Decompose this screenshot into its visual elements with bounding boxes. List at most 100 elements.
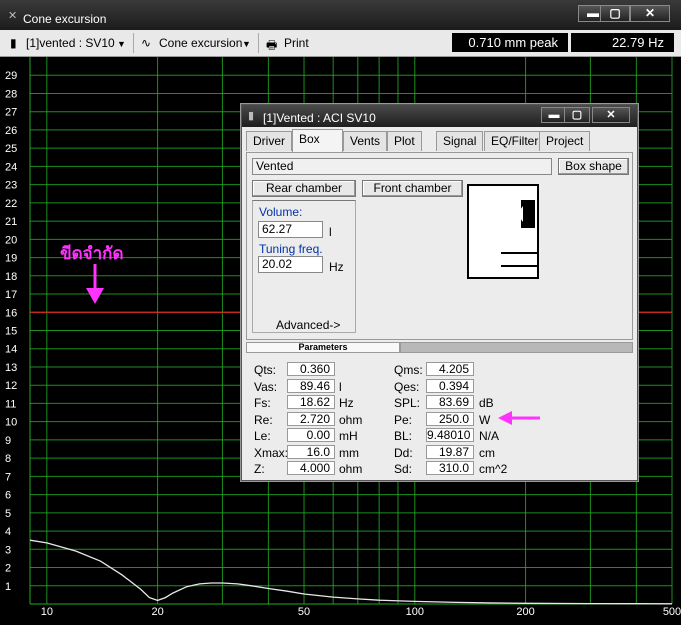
y-tick-label: 27	[5, 107, 17, 119]
limit-annotation-arrowhead	[86, 288, 104, 304]
y-tick-label: 1	[5, 581, 11, 593]
param-value: 89.46	[287, 378, 335, 393]
y-tick-label: 15	[5, 326, 17, 338]
dialog-close-button[interactable]: ✕	[592, 107, 630, 123]
parameters-header[interactable]: Parameters	[246, 342, 400, 353]
param-name: BL:	[394, 429, 413, 443]
param-name: Qes:	[394, 379, 420, 394]
front-chamber-button[interactable]: Front chamber	[362, 180, 463, 197]
param-value: 0.360	[287, 362, 335, 376]
param-value: 16.0	[287, 444, 335, 459]
project-icon: ▮	[10, 36, 17, 50]
y-tick-label: 22	[5, 198, 17, 210]
param-unit: mm	[339, 445, 359, 460]
volume-unit: l	[329, 225, 332, 239]
y-tick-label: 26	[5, 125, 17, 137]
y-tick-label: 21	[5, 216, 17, 228]
param-name: Pe:	[394, 412, 413, 427]
chevron-down-icon[interactable]: ▼	[117, 39, 126, 49]
tab-driver[interactable]: Driver	[246, 131, 292, 151]
peak-readout: 0.710 mm peak	[452, 33, 568, 52]
y-tick-label: 14	[5, 344, 17, 356]
y-tick-label: 16	[5, 307, 17, 319]
tuning-input[interactable]: 20.02	[258, 256, 323, 273]
y-tick-label: 4	[5, 526, 11, 538]
print-button[interactable]: Print	[284, 36, 309, 50]
parameters-bar	[400, 342, 633, 353]
y-tick-label: 25	[5, 143, 17, 155]
param-name: Qms:	[394, 363, 423, 377]
y-tick-label: 28	[5, 88, 17, 100]
x-tick-label: 200	[516, 606, 534, 618]
box-type-field[interactable]: Vented	[252, 158, 552, 175]
dialog-titlebar[interactable]: ▮ [1]Vented : ACI SV10 ▬ ▢ ✕	[242, 105, 637, 127]
dialog-maximize-button[interactable]: ▢	[564, 107, 590, 123]
window-title: Cone excursion	[23, 12, 107, 26]
tab-eq-filter[interactable]: EQ/Filter	[484, 131, 546, 151]
dialog-title: [1]Vented : ACI SV10	[263, 111, 376, 125]
param-name: Re:	[254, 412, 273, 427]
chamber-groupbox: Volume: 62.27 l Tuning freq. 20.02 Hz Ad…	[252, 200, 356, 333]
y-tick-label: 20	[5, 234, 17, 246]
tuning-label: Tuning freq.	[259, 242, 323, 256]
param-unit: l	[339, 379, 342, 394]
advanced-button[interactable]: Advanced->	[276, 318, 340, 332]
y-tick-label: 8	[5, 453, 11, 465]
param-value: 9.48010	[426, 428, 474, 442]
x-tick-label: 50	[298, 606, 310, 618]
param-unit: cm	[479, 445, 495, 460]
box-shape-button[interactable]: Box shape	[558, 158, 629, 175]
param-value: 4.000	[287, 461, 335, 475]
param-value: 310.0	[426, 461, 474, 475]
param-unit: cm^2	[479, 462, 508, 476]
param-name: Qts:	[254, 363, 277, 377]
box-tab-panel: Vented Box shape Rear chamber Front cham…	[246, 152, 633, 340]
y-tick-label: 6	[5, 490, 11, 502]
project-select[interactable]: [1]vented : SV10	[26, 36, 115, 50]
param-unit: mH	[339, 429, 358, 443]
y-tick-label: 24	[5, 161, 17, 173]
y-tick-label: 13	[5, 362, 17, 374]
rear-chamber-button[interactable]: Rear chamber	[252, 180, 356, 197]
frequency-readout: 22.79 Hz	[571, 33, 674, 52]
param-name: SPL:	[394, 396, 421, 410]
tab-project[interactable]: Project	[539, 131, 591, 151]
param-name: Vas:	[254, 379, 278, 394]
x-tick-label: 500	[663, 606, 681, 618]
param-value: 19.87	[426, 444, 474, 459]
maximize-button[interactable]: ▢	[600, 5, 630, 22]
y-tick-label: 18	[5, 271, 17, 283]
y-tick-label: 29	[5, 70, 17, 82]
volume-label: Volume:	[259, 205, 303, 219]
param-unit: ohm	[339, 412, 363, 427]
param-name: Xmax:	[254, 445, 289, 460]
param-value: 2.720	[287, 411, 335, 426]
param-value: 0.394	[426, 378, 474, 393]
param-value: 0.00	[287, 428, 335, 442]
x-tick-label: 20	[151, 606, 163, 618]
printer-icon: 🖶	[266, 38, 278, 52]
param-name: Fs:	[254, 396, 271, 410]
param-name: Z:	[254, 462, 265, 476]
app-icon[interactable]: ✕	[8, 9, 17, 22]
close-button[interactable]: ✕	[630, 5, 670, 22]
tab-signal[interactable]: Signal	[436, 131, 484, 151]
y-tick-label: 11	[5, 398, 16, 410]
tuning-unit: Hz	[329, 260, 344, 274]
tab-box[interactable]: Box	[292, 129, 343, 152]
window-titlebar[interactable]: ✕ Cone excursion ▬ ▢ ✕	[0, 0, 681, 30]
volume-input[interactable]: 62.27	[258, 221, 323, 238]
tab-vents[interactable]: Vents	[343, 131, 388, 151]
view-select[interactable]: Cone excursion	[159, 36, 242, 50]
param-name: Sd:	[394, 462, 413, 476]
dialog-icon: ▮	[248, 110, 255, 122]
y-tick-label: 17	[5, 289, 17, 301]
tab-plot[interactable]: Plot	[387, 131, 422, 151]
param-unit: N/A	[479, 429, 500, 443]
param-value: 4.205	[426, 362, 474, 376]
x-tick-label: 100	[406, 606, 424, 618]
param-unit: ohm	[339, 462, 363, 476]
wave-icon: ∿	[141, 36, 152, 50]
chevron-down-icon[interactable]: ▼	[242, 39, 251, 49]
pe-annotation-arrow	[498, 411, 540, 425]
